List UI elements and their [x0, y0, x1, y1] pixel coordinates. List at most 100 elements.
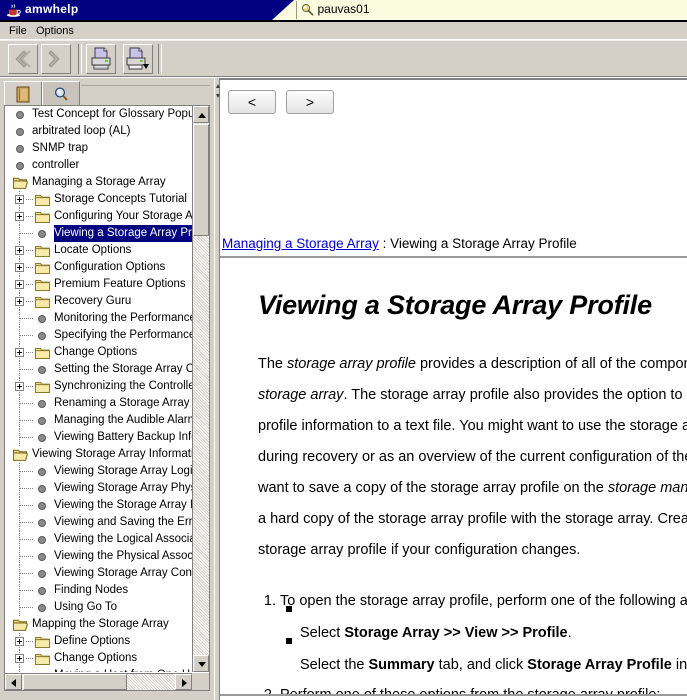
topic-bullet-icon — [38, 468, 46, 476]
para-em-3: storage management station — [608, 480, 687, 496]
step-options-list: Select Storage Array >> View >> Profile.… — [280, 616, 687, 680]
toc-tree-item[interactable]: Define Options — [5, 633, 192, 650]
toc-tree-hscroll-thumb[interactable] — [23, 674, 127, 690]
toc-tree[interactable]: Test Concept for Glossary Popupsarbitrat… — [4, 105, 210, 691]
toc-tree-scroll-right-button[interactable] — [175, 674, 192, 690]
toc-tree-item[interactable]: Managing the Audible Alarms — [5, 412, 192, 429]
book-icon — [15, 86, 32, 103]
toc-tree-item[interactable]: Viewing Storage Array Connections — [5, 565, 192, 582]
back-button[interactable] — [8, 44, 38, 74]
forward-button[interactable] — [41, 44, 71, 74]
topic-bullet-icon — [38, 604, 46, 612]
toc-tree-item[interactable]: Configuring Your Storage Array — [5, 208, 192, 225]
next-topic-button[interactable]: > — [286, 90, 334, 114]
para-part-1: The — [258, 356, 287, 372]
search-tab[interactable] — [42, 81, 80, 105]
tree-expand-toggle[interactable] — [15, 382, 24, 391]
bullet-mid: tab, and click — [435, 657, 528, 673]
toc-tree-item-label: Specifying the Performance Monitor — [54, 327, 192, 344]
toc-tree-item[interactable]: Moving a Host from One Host Group — [5, 667, 192, 672]
toc-tree-item[interactable]: Monitoring the Performance — [5, 310, 192, 327]
toc-tree-item[interactable]: Test Concept for Glossary Popups — [5, 106, 192, 123]
toc-tree-scroll-down-button[interactable] — [193, 655, 209, 672]
toc-tree-item[interactable]: Premium Feature Options — [5, 276, 192, 293]
tree-expand-toggle[interactable] — [15, 212, 24, 221]
arrow-down-icon — [198, 662, 206, 667]
breadcrumb-parent-link[interactable]: Managing a Storage Array — [222, 236, 379, 251]
tree-expand-toggle[interactable] — [15, 637, 24, 646]
toc-tree-item[interactable]: Synchronizing the Controller Clocks — [5, 378, 192, 395]
toc-tree-item[interactable]: Recovery Guru — [5, 293, 192, 310]
folder-icon — [35, 193, 50, 206]
tree-expand-toggle[interactable] — [15, 348, 24, 357]
tree-elbow — [19, 403, 33, 405]
toc-tree-item[interactable]: Change Options — [5, 344, 192, 361]
toc-tab[interactable] — [4, 81, 42, 105]
toc-tree-item[interactable]: SNMP trap — [5, 140, 192, 157]
menu-item-file[interactable]: File — [5, 24, 31, 38]
tree-expand-toggle[interactable] — [15, 654, 24, 663]
toc-tree-horizontal-scrollbar[interactable] — [5, 673, 192, 690]
toc-tree-item[interactable]: Viewing Battery Backup Information — [5, 429, 192, 446]
toc-tree-item-label: Viewing Storage Array Connections — [54, 565, 192, 582]
folder-icon — [35, 210, 50, 223]
toc-tree-item[interactable]: Configuration Options — [5, 259, 192, 276]
menu-item-options[interactable]: Options — [32, 24, 78, 38]
toc-tree-item[interactable]: arbitrated loop (AL) — [5, 123, 192, 140]
toc-tree-item[interactable]: Viewing Storage Array Information — [5, 446, 192, 463]
para-part-2: provides a description of all of the com… — [416, 356, 687, 372]
content-pane: < > Managing a Storage Array : Viewing a… — [220, 78, 687, 700]
toc-tree-item[interactable]: Setting the Storage Array Components — [5, 361, 192, 378]
toc-tree-item[interactable]: Viewing Storage Array Physical Component… — [5, 480, 192, 497]
toc-tree-item-label: Synchronizing the Controller Clocks — [54, 378, 192, 395]
toc-tree-item-label: Premium Feature Options — [54, 276, 186, 293]
toc-tree-item[interactable]: Viewing and Saving the Error Log — [5, 514, 192, 531]
toc-tree-item-label: controller — [32, 157, 79, 174]
toc-tree-item[interactable]: Finding Nodes — [5, 582, 192, 599]
tree-expand-toggle[interactable] — [15, 280, 24, 289]
previous-topic-button[interactable]: < — [228, 90, 276, 114]
content-bottom-highlight — [220, 697, 687, 698]
toc-tree-item[interactable]: Locate Options — [5, 242, 192, 259]
topic-bullet-icon — [16, 145, 24, 153]
tree-expand-toggle[interactable] — [15, 297, 24, 306]
toc-tree-item-label: Viewing Storage Array Logical Components — [54, 463, 192, 480]
bullet-post: in the Monitor area. — [672, 657, 687, 673]
toc-tree-item-label: Using Go To — [54, 599, 117, 616]
toc-tree-item[interactable]: Change Options — [5, 650, 192, 667]
content-bottom-border — [220, 694, 687, 696]
double-chevron-right-icon — [42, 45, 70, 73]
toc-tree-item-label: Viewing and Saving the Error Log — [54, 514, 192, 531]
toc-tree-item[interactable]: controller — [5, 157, 192, 174]
tree-expand-toggle[interactable] — [15, 195, 24, 204]
list-item: Select Storage Array >> View >> Profile. — [300, 616, 687, 648]
toc-tree-item-selected[interactable]: Viewing a Storage Array Profile — [5, 225, 192, 242]
tree-expand-toggle[interactable] — [15, 263, 24, 272]
tree-expand-toggle[interactable] — [15, 246, 24, 255]
toc-tree-item[interactable]: Mapping the Storage Array — [5, 616, 192, 633]
toc-tree-item-label: Setting the Storage Array Components — [54, 361, 192, 378]
toc-tree-scroll-left-button[interactable] — [5, 674, 22, 690]
bullet-bold: Storage Array >> View >> Profile — [344, 625, 567, 641]
toc-tree-item[interactable]: Specifying the Performance Monitor — [5, 327, 192, 344]
toc-tree-scroll-up-button[interactable] — [193, 106, 209, 123]
toc-tree-item-label: arbitrated loop (AL) — [32, 123, 130, 140]
toc-tree-item[interactable]: Managing a Storage Array — [5, 174, 192, 191]
toc-tree-item[interactable]: Using Go To — [5, 599, 192, 616]
print-setup-button[interactable] — [123, 44, 153, 74]
print-button[interactable] — [86, 44, 116, 74]
tree-elbow — [19, 335, 33, 337]
toc-tree-item[interactable]: Renaming a Storage Array — [5, 395, 192, 412]
toc-tree-item[interactable]: Viewing the Storage Array Mappings — [5, 497, 192, 514]
toc-tree-item[interactable]: Viewing the Physical Associations — [5, 548, 192, 565]
folder-open-icon — [13, 618, 28, 631]
toc-tree-vscroll-thumb[interactable] — [193, 124, 209, 236]
toc-tree-item[interactable]: Viewing Storage Array Logical Components — [5, 463, 192, 480]
toc-tree-item[interactable]: Storage Concepts Tutorial — [5, 191, 192, 208]
toc-tree-vertical-scrollbar[interactable] — [192, 106, 209, 672]
topic-bullet-icon — [16, 111, 24, 119]
topic-bullet-icon — [38, 332, 46, 340]
toc-tree-item-label: Monitoring the Performance — [54, 310, 192, 327]
bullet-pre: Select — [300, 625, 344, 641]
toc-tree-item[interactable]: Viewing the Logical Associations — [5, 531, 192, 548]
